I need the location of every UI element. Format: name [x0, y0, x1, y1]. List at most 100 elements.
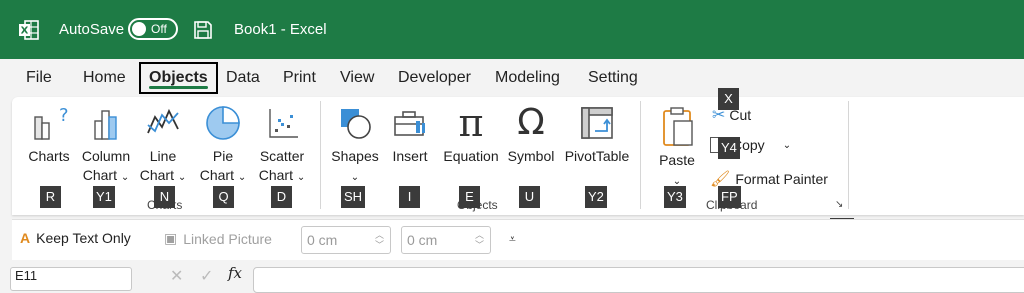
spinner-arrows-icon[interactable]: ︿ ﹀: [375, 230, 384, 250]
tab-setting[interactable]: Setting: [588, 59, 638, 97]
insert-label: Insert: [392, 148, 428, 164]
tab-objects[interactable]: Objects: [139, 62, 218, 94]
tab-file[interactable]: File: [26, 59, 52, 97]
title-bar: X AutoSave Off Book1 - Excel: [0, 0, 1024, 59]
pi-icon: π: [458, 101, 484, 145]
scatter-chart-label-2: Chart: [258, 167, 293, 183]
chevron-down-icon: ⌄: [120, 172, 130, 183]
keep-text-only-button[interactable]: A Keep Text Only: [20, 230, 131, 246]
keytip-copy: Y4: [718, 137, 740, 159]
charts-button[interactable]: ? Charts: [26, 99, 72, 166]
chevron-down-icon: ⌄: [350, 172, 360, 183]
chevron-down-icon: ⌄: [296, 172, 306, 183]
dialog-launcher-icon[interactable]: ↘: [835, 199, 843, 210]
formula-bar: E11 ✕ ✓ fx: [0, 262, 1024, 293]
keytip-symbol: U: [519, 186, 540, 208]
height-value: 0 cm: [407, 232, 438, 248]
paste-options-bar: A Keep Text Only ▣ Linked Picture 0 cm ︿…: [12, 219, 1024, 260]
keytip-line-chart: N: [154, 186, 175, 208]
keytip-scatter-chart: D: [271, 186, 292, 208]
shapes-icon: [335, 99, 375, 147]
pivot-table-label: PivotTable: [564, 148, 630, 164]
tab-data[interactable]: Data: [226, 59, 260, 97]
keytip-equation: E: [459, 186, 480, 208]
linked-picture-button[interactable]: ▣ Linked Picture: [164, 230, 272, 247]
formula-input[interactable]: [253, 267, 1024, 293]
keytip-insert: I: [399, 186, 420, 208]
keytip-format-painter: FP: [718, 186, 741, 208]
pie-chart-button[interactable]: Pie Chart ⌄: [198, 99, 248, 187]
overflow-menu-icon[interactable]: ⩡: [509, 232, 516, 247]
linked-picture-icon: ▣: [164, 230, 178, 246]
autosave-label: AutoSave: [59, 21, 125, 38]
paste-button[interactable]: Paste ⌄: [652, 103, 702, 191]
paste-label: Paste: [659, 152, 695, 168]
tab-home[interactable]: Home: [83, 59, 126, 97]
width-spinner[interactable]: 0 cm ︿ ﹀: [301, 226, 391, 254]
scatter-chart-button[interactable]: Scatter Chart ⌄: [256, 99, 308, 187]
chevron-down-icon: ⌄: [177, 172, 187, 183]
tab-modeling[interactable]: Modeling: [495, 59, 560, 97]
group-separator: [848, 101, 849, 209]
line-chart-button[interactable]: Line Chart ⌄: [138, 99, 188, 187]
column-chart-label-1: Column: [81, 148, 131, 164]
symbol-button[interactable]: Ω Symbol: [506, 99, 556, 166]
chevron-down-icon: ⌄: [237, 172, 247, 183]
pivot-table-button[interactable]: PivotTable: [562, 99, 632, 166]
pie-chart-icon: [203, 99, 243, 147]
scatter-chart-icon: [262, 99, 302, 147]
shapes-button[interactable]: Shapes ⌄: [330, 99, 380, 187]
autosave-toggle[interactable]: Off: [128, 18, 178, 40]
column-chart-label-2: Chart: [82, 167, 117, 183]
format-painter-label: Format Painter: [735, 171, 828, 187]
enter-icon[interactable]: ✓: [200, 266, 213, 286]
linked-picture-label: Linked Picture: [183, 230, 272, 247]
insert-button[interactable]: Insert: [388, 99, 432, 166]
column-chart-icon: [86, 99, 126, 147]
charts-label: Charts: [28, 148, 70, 164]
keytip-cut: X: [718, 88, 739, 110]
svg-text:?: ?: [59, 105, 69, 126]
keytip-pivot-table: Y2: [585, 186, 607, 208]
height-spinner[interactable]: 0 cm ︿ ﹀: [401, 226, 491, 254]
document-title: Book1 - Excel: [234, 21, 327, 38]
pie-chart-label-2: Chart: [199, 167, 234, 183]
pivot-table-icon: [577, 99, 617, 147]
toggle-knob: [132, 22, 146, 36]
keytip-column-chart: Y1: [93, 186, 115, 208]
insert-function-icon[interactable]: fx: [228, 264, 242, 282]
excel-logo-icon: X: [18, 0, 40, 59]
paste-icon: [657, 103, 697, 151]
charts-icon: ?: [29, 99, 69, 147]
shapes-label: Shapes: [331, 148, 379, 164]
group-separator: [640, 101, 641, 209]
line-chart-label-2: Chart: [139, 167, 174, 183]
width-value: 0 cm: [307, 232, 338, 248]
name-box[interactable]: E11: [10, 267, 132, 291]
tab-print[interactable]: Print: [283, 59, 316, 97]
keytip-shapes: SH: [341, 186, 366, 208]
save-icon[interactable]: [193, 0, 213, 59]
tab-view[interactable]: View: [340, 59, 374, 97]
svg-text:X: X: [21, 25, 29, 36]
cancel-icon[interactable]: ✕: [170, 266, 183, 286]
symbol-label: Symbol: [507, 148, 555, 164]
group-separator: [320, 101, 321, 209]
toolbox-icon: [390, 99, 430, 147]
pie-chart-label-1: Pie: [212, 148, 234, 164]
menu-bar: File Home Objects Data Print View Develo…: [0, 59, 1024, 97]
scatter-chart-label-1: Scatter: [259, 148, 305, 164]
line-chart-label-1: Line: [149, 148, 177, 164]
keep-text-only-label: Keep Text Only: [36, 230, 131, 246]
line-chart-icon: [143, 99, 183, 147]
tab-developer[interactable]: Developer: [398, 59, 471, 97]
spinner-arrows-icon[interactable]: ︿ ﹀: [475, 230, 484, 250]
column-chart-button[interactable]: Column Chart ⌄: [78, 99, 134, 187]
equation-button[interactable]: π Equation: [440, 99, 502, 166]
keep-text-icon: A: [20, 230, 31, 246]
keytip-charts: R: [40, 186, 61, 208]
keytip-paste: Y3: [664, 186, 686, 208]
chevron-down-icon: ⌄: [782, 139, 792, 151]
keytip-pie-chart: Q: [213, 186, 234, 208]
autosave-state: Off: [151, 22, 167, 36]
